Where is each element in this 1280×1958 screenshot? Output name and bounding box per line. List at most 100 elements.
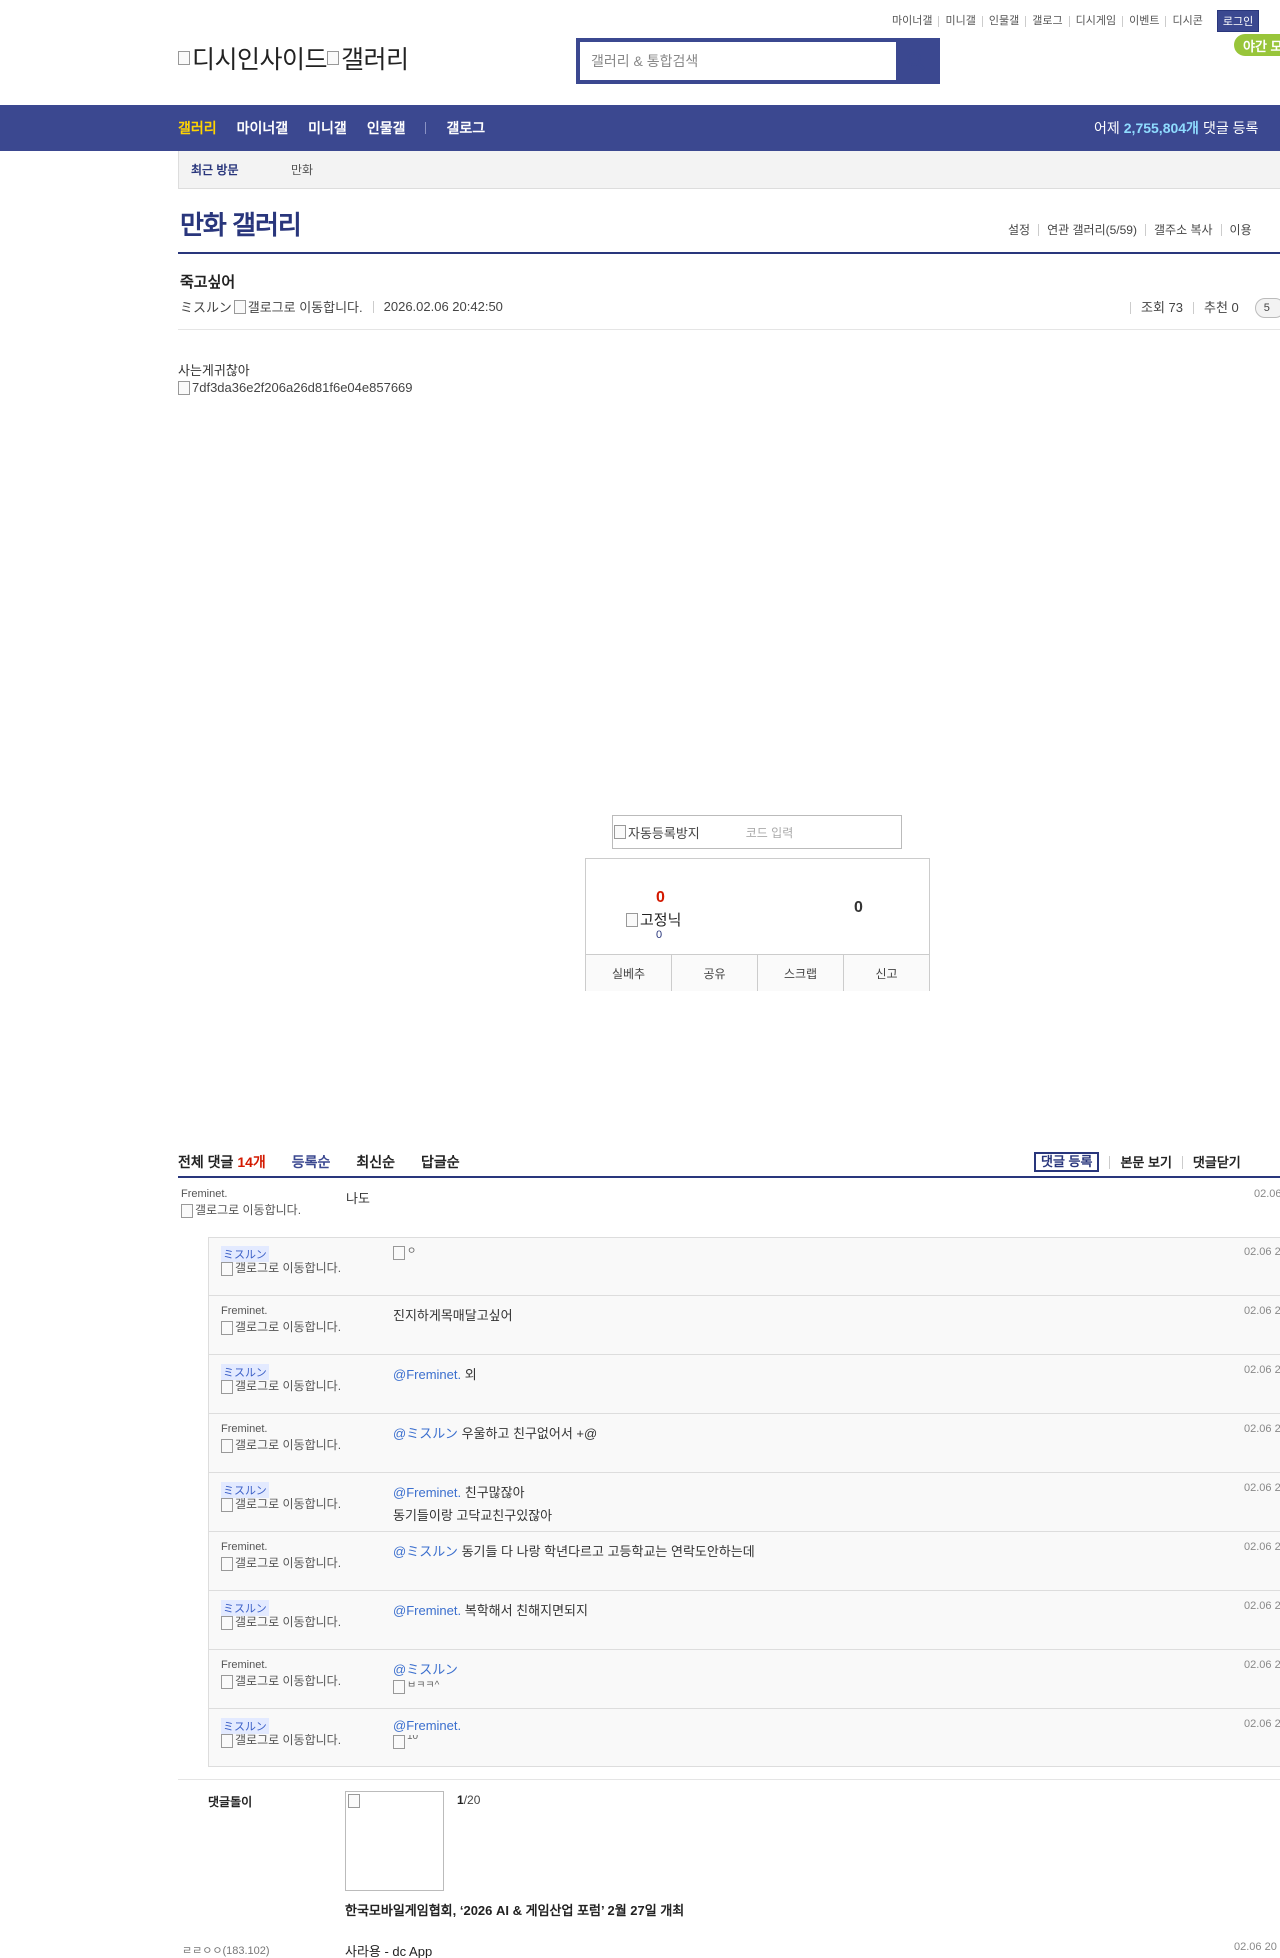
recent-gallery-link[interactable]: 만화 bbox=[291, 161, 313, 178]
broken-image-icon bbox=[221, 1380, 233, 1394]
nav-minor[interactable]: 마이너갤 bbox=[237, 118, 289, 138]
sort-latest[interactable]: 최신순 bbox=[356, 1152, 395, 1172]
nav-galog[interactable]: 갤로그 bbox=[446, 118, 485, 138]
recommend-up-count[interactable]: 0 bbox=[656, 889, 665, 907]
comment-nick[interactable]: ミスルン bbox=[221, 1482, 269, 1498]
comment-nick[interactable]: Freminet. bbox=[221, 1659, 267, 1671]
night-mode-toggle[interactable]: 야간 모 bbox=[1234, 34, 1280, 56]
last-comment-date: 02.06 20 bbox=[1234, 1941, 1277, 1953]
close-comments-button[interactable]: 댓글닫기 bbox=[1181, 1155, 1251, 1169]
copy-address-link[interactable]: 갤주소 복사 bbox=[1144, 224, 1221, 236]
broken-image-icon bbox=[327, 51, 340, 65]
comment-text: @ミスルン ㅂㅋㅋ^ bbox=[393, 1659, 458, 1694]
share-button[interactable]: 공유 bbox=[671, 955, 757, 991]
util-link-dccon[interactable]: 디시콘 bbox=[1165, 15, 1208, 27]
comment-galog-link[interactable]: 갤로그로 이동합니다. bbox=[221, 1262, 351, 1276]
comment-nick[interactable]: ミスルン bbox=[221, 1246, 269, 1262]
sort-registered[interactable]: 등록순 bbox=[292, 1152, 331, 1172]
util-link-dcgame[interactable]: 디시게임 bbox=[1068, 15, 1122, 27]
comment-galog-link[interactable]: 갤로그로 이동합니다. bbox=[221, 1498, 351, 1512]
util-link-minor[interactable]: 마이너갤 bbox=[892, 15, 938, 27]
related-gallery-link[interactable]: 연관 갤러리(5/59) bbox=[1038, 224, 1145, 236]
broken-image-icon bbox=[221, 1321, 233, 1335]
comments-divider bbox=[178, 1176, 1280, 1178]
captcha-image-alt: 자동등록방지 bbox=[628, 825, 700, 841]
recommend-box: 0 고정닉 0 0 실베추 공유 스크랩 신고 bbox=[585, 858, 930, 991]
galog-link[interactable]: 갤로그로 이동합니다. bbox=[248, 297, 363, 316]
broken-image-icon bbox=[221, 1734, 233, 1748]
comment-body: 우울하고 친구없어서 +@ bbox=[461, 1426, 598, 1441]
stats-suffix: 댓글 등록 bbox=[1202, 120, 1259, 136]
broken-image-icon bbox=[178, 380, 190, 395]
comment-mention[interactable]: @Freminet. bbox=[393, 1718, 461, 1733]
comment-date: 02.06 2 bbox=[1244, 1305, 1280, 1317]
comment-date: 02.06 2 bbox=[1244, 1423, 1280, 1435]
sort-replies[interactable]: 답글순 bbox=[421, 1152, 460, 1172]
settings-link[interactable]: 설정 bbox=[1000, 224, 1038, 236]
comment-galog-link[interactable]: 갤로그로 이동합니다. bbox=[221, 1380, 351, 1394]
comment-mention[interactable]: @Freminet. bbox=[393, 1603, 461, 1618]
comment-galog-link[interactable]: 갤로그로 이동합니다. bbox=[221, 1321, 351, 1335]
broken-image-icon bbox=[233, 299, 246, 314]
recommend-down-count[interactable]: 0 bbox=[854, 899, 863, 917]
comment-mention[interactable]: @ミスルン bbox=[393, 1426, 458, 1441]
fixed-nick-recommend[interactable]: 고정닉 bbox=[626, 909, 681, 930]
last-comment-nick[interactable]: ㄹㄹㅇㅇ(183.102) bbox=[182, 1942, 270, 1958]
util-link-mini[interactable]: 미니갤 bbox=[938, 15, 981, 27]
comment-image[interactable]: ㅇ bbox=[393, 1246, 416, 1260]
dcbot-title: 댓글돌이 bbox=[208, 1795, 253, 1809]
comment-mention[interactable]: @Freminet. bbox=[393, 1485, 461, 1500]
comment-nick[interactable]: Freminet. bbox=[221, 1541, 267, 1553]
search-input[interactable]: 갤러리 & 통합검색 bbox=[580, 42, 896, 80]
search-button[interactable] bbox=[896, 42, 936, 80]
gallery-title[interactable]: 만화 갤러리 bbox=[180, 205, 302, 242]
login-button[interactable]: 로그인 bbox=[1216, 10, 1260, 32]
comment-nick[interactable]: Freminet. bbox=[181, 1188, 227, 1200]
comment-galog-link[interactable]: 갤로그로 이동합니다. bbox=[221, 1557, 351, 1571]
comment-galog-link[interactable]: 갤로그로 이동합니다. bbox=[181, 1204, 311, 1218]
comment-image[interactable]: ㅂㅋㅋ^ bbox=[393, 1680, 458, 1694]
dcbot-news-headline[interactable]: 한국모바일게임협회, ‘2026 AI & 게임산업 포럼’ 2월 27일 개최 bbox=[345, 1900, 684, 1919]
comment-date: 02.06 2 bbox=[1244, 1600, 1280, 1612]
comment-nick[interactable]: Freminet. bbox=[221, 1423, 267, 1435]
recent-visit-bar: 최근 방문 만화 bbox=[178, 151, 1280, 189]
scrap-button[interactable]: 스크랩 bbox=[757, 955, 843, 991]
report-button[interactable]: 신고 bbox=[843, 955, 929, 991]
captcha-input[interactable]: 코드 입력 bbox=[746, 824, 794, 841]
comment-mention[interactable]: @ミスルン bbox=[393, 1662, 458, 1677]
broken-image-icon bbox=[348, 1794, 360, 1808]
comment-nick[interactable]: ミスルン bbox=[221, 1600, 269, 1616]
post-recommend: 추천 0 bbox=[1193, 301, 1249, 314]
util-link-event[interactable]: 이벤트 bbox=[1122, 15, 1165, 27]
nav-gallery[interactable]: 갤러리 bbox=[178, 118, 217, 138]
comment-register-button[interactable]: 댓글 등록 bbox=[1034, 1152, 1100, 1172]
best-recommend-button[interactable]: 실베추 bbox=[586, 955, 671, 991]
site-logo[interactable]: 디시인사이드 갤러리 bbox=[178, 40, 409, 76]
util-link-person[interactable]: 인물갤 bbox=[981, 15, 1025, 27]
comment-galog-link[interactable]: 갤로그로 이동합니다. bbox=[221, 1439, 351, 1453]
comment-image[interactable]: 10 bbox=[393, 1735, 461, 1749]
view-body-button[interactable]: 본문 보기 bbox=[1109, 1155, 1181, 1169]
comment-galog-link[interactable]: 갤로그로 이동합니다. bbox=[221, 1734, 351, 1748]
nav-mini[interactable]: 미니갤 bbox=[308, 118, 347, 138]
comment-nick[interactable]: ミスルン bbox=[221, 1364, 269, 1380]
comment-text: @Freminet. 10 bbox=[393, 1718, 461, 1749]
usage-link[interactable]: 이용 bbox=[1220, 224, 1260, 236]
comment-nick[interactable]: ミスルン bbox=[221, 1718, 269, 1734]
comment-mention[interactable]: @ミスルン bbox=[393, 1544, 458, 1559]
dcbot-news-image[interactable] bbox=[345, 1791, 444, 1891]
comment-count-pill[interactable]: 5 bbox=[1254, 298, 1280, 318]
nav-person[interactable]: 인물갤 bbox=[367, 118, 406, 138]
post-image-alt: 7df3da36e2f206a26d81f6e04e857669 bbox=[192, 380, 413, 395]
dcbot-pager[interactable]: 1/20 bbox=[457, 1793, 480, 1807]
last-ip: (183.102) bbox=[222, 1945, 270, 1957]
post-author[interactable]: ミスルン bbox=[180, 297, 232, 316]
comment-date: 02.06 2 bbox=[1244, 1482, 1280, 1494]
comment-nick[interactable]: Freminet. bbox=[221, 1305, 267, 1317]
nav-divider bbox=[425, 122, 427, 134]
util-link-galog[interactable]: 갤로그 bbox=[1025, 15, 1068, 27]
comment-galog-link[interactable]: 갤로그로 이동합니다. bbox=[221, 1675, 351, 1689]
comment-mention[interactable]: @Freminet. bbox=[393, 1367, 461, 1382]
comment-galog-link[interactable]: 갤로그로 이동합니다. bbox=[221, 1616, 351, 1630]
post-image[interactable]: 7df3da36e2f206a26d81f6e04e857669 bbox=[178, 380, 413, 395]
